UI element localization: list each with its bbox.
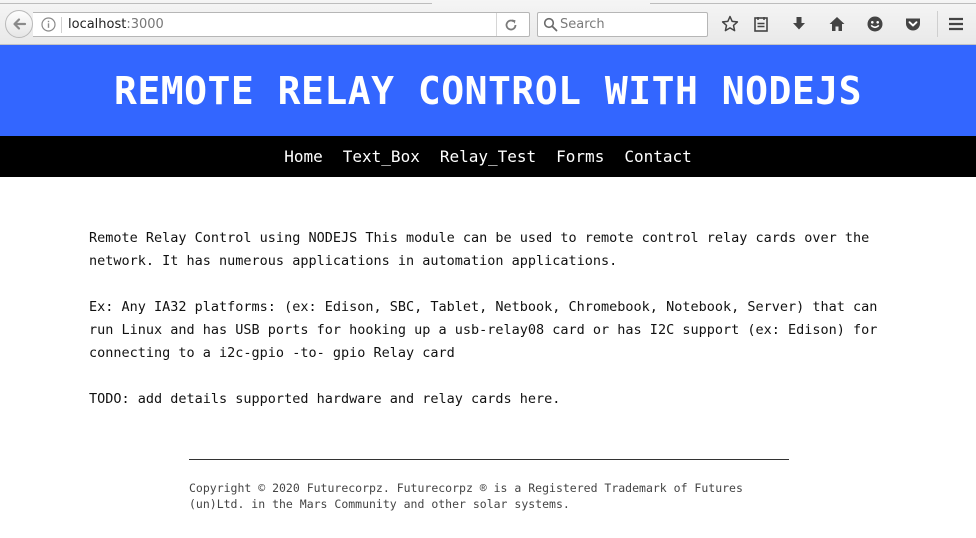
- search-icon: [543, 17, 558, 36]
- nav-link-forms[interactable]: Forms: [556, 147, 604, 166]
- reading-list-icon[interactable]: [750, 13, 772, 35]
- nav-link-relay-test[interactable]: Relay_Test: [440, 147, 536, 166]
- star-icon[interactable]: [719, 13, 741, 35]
- intro-paragraph: Remote Relay Control using NODEJS This m…: [89, 230, 870, 269]
- url-port: :3000: [126, 17, 164, 32]
- back-arrow-icon[interactable]: [5, 10, 33, 38]
- search-bar[interactable]: [537, 12, 708, 37]
- nav-link-home[interactable]: Home: [284, 147, 323, 166]
- reload-icon[interactable]: [503, 17, 519, 37]
- url-text[interactable]: localhost:3000: [68, 17, 164, 32]
- platforms-paragraph: Ex: Any IA32 platforms: (ex: Edison, SBC…: [89, 299, 878, 361]
- browser-toolbar: localhost:3000: [0, 0, 976, 45]
- download-icon[interactable]: [788, 13, 810, 35]
- page-viewport: REMOTE RELAY CONTROL WITH NODEJS Home Te…: [0, 45, 976, 538]
- nav-link-contact[interactable]: Contact: [624, 147, 691, 166]
- tab-edge: [0, 0, 432, 4]
- smiley-icon[interactable]: [864, 13, 886, 35]
- url-bar[interactable]: localhost:3000: [33, 12, 530, 37]
- main-content: Remote Relay Control using NODEJS This m…: [89, 227, 879, 434]
- url-host: localhost: [68, 17, 127, 32]
- site-title: REMOTE RELAY CONTROL WITH NODEJS: [113, 68, 863, 113]
- pocket-icon[interactable]: [902, 13, 924, 35]
- nav-link-text-box[interactable]: Text_Box: [343, 147, 420, 166]
- url-separator: [61, 17, 62, 33]
- footer-divider: [189, 459, 789, 460]
- hamburger-menu-icon[interactable]: [945, 13, 967, 35]
- home-icon[interactable]: [826, 13, 848, 35]
- toolbar-divider: [937, 11, 938, 37]
- tab-edge: [650, 0, 976, 4]
- search-input[interactable]: [560, 15, 700, 34]
- todo-paragraph: TODO: add details supported hardware and…: [89, 391, 561, 407]
- site-header: REMOTE RELAY CONTROL WITH NODEJS: [0, 45, 976, 136]
- footer-copyright: Copyright © 2020 Futurecorpz. Futurecorp…: [189, 481, 743, 511]
- reload-separator: [496, 13, 497, 36]
- info-icon[interactable]: [41, 17, 56, 36]
- main-nav: Home Text_Box Relay_Test Forms Contact: [0, 136, 976, 177]
